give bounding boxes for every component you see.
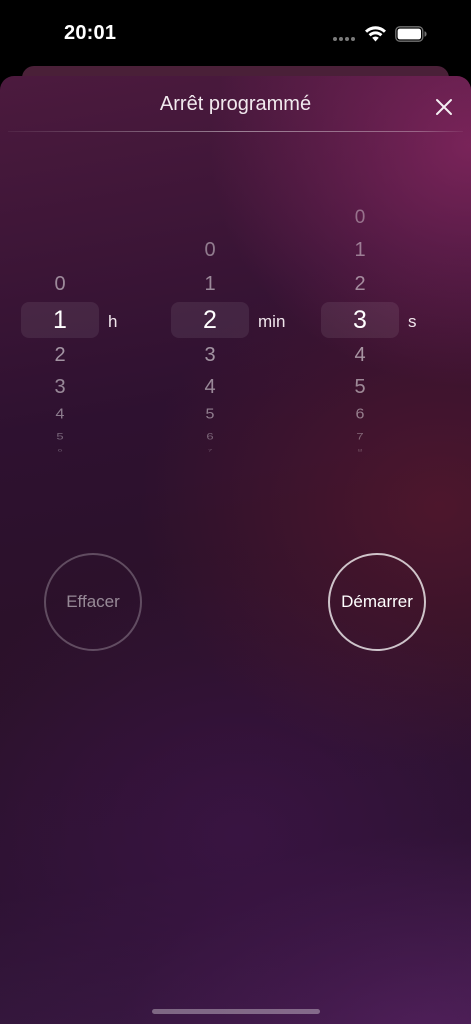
- hours-picker-option[interactable]: 5: [20, 431, 100, 440]
- seconds-picker-option[interactable]: 4: [320, 345, 400, 365]
- minutes-picker-option[interactable]: 3: [170, 345, 250, 365]
- clear-button[interactable]: Effacer: [44, 553, 142, 651]
- close-icon: [436, 99, 452, 115]
- seconds-picker-option[interactable]: 8: [320, 448, 400, 452]
- hours-picker-option[interactable]: 6: [20, 448, 100, 452]
- sleep-timer-sheet: Arrêt programmé 1 0 2 3 4 5 6 h 2 1 0 3 4 5 6 7 min 3…: [0, 76, 471, 1024]
- hours-picker-selected-value: 1: [53, 306, 67, 334]
- seconds-picker-option[interactable]: 1: [320, 240, 400, 260]
- hours-picker-option[interactable]: 2: [20, 345, 100, 365]
- hours-picker-option[interactable]: 0: [20, 274, 100, 294]
- seconds-picker-option[interactable]: 0: [320, 208, 400, 227]
- minutes-picker-option[interactable]: 5: [170, 407, 250, 422]
- sheet-title: Arrêt programmé: [159, 93, 312, 115]
- hours-unit-label: h: [108, 312, 118, 331]
- minutes-picker-option[interactable]: 6: [170, 431, 250, 440]
- hours-picker-option[interactable]: 4: [20, 407, 100, 422]
- battery-icon: [395, 26, 427, 42]
- seconds-picker-option[interactable]: 2: [320, 274, 400, 294]
- hours-picker-option[interactable]: 3: [20, 377, 100, 397]
- minutes-picker-option[interactable]: 4: [170, 377, 250, 397]
- home-indicator: [152, 1009, 320, 1014]
- minutes-unit-label: min: [258, 312, 286, 331]
- signal-dots-icon: [333, 37, 355, 41]
- minutes-picker-selected-value: 2: [203, 306, 217, 334]
- seconds-picker-selected-value: 3: [353, 306, 367, 334]
- status-bar: 20:01: [0, 0, 471, 68]
- minutes-picker-option[interactable]: 1: [170, 274, 250, 294]
- minutes-picker-option[interactable]: 0: [170, 240, 250, 260]
- start-button[interactable]: Démarrer: [328, 553, 426, 651]
- title-divider: [8, 131, 463, 132]
- seconds-picker-option[interactable]: 5: [320, 377, 400, 397]
- minutes-picker-option[interactable]: 7: [170, 448, 250, 452]
- seconds-picker-option[interactable]: 6: [320, 407, 400, 422]
- minutes-picker[interactable]: 2 1 0 3 4 5 6 7: [170, 206, 250, 456]
- close-button[interactable]: [430, 93, 458, 121]
- wifi-icon: [365, 26, 386, 42]
- seconds-unit-label: s: [408, 312, 417, 331]
- hours-picker[interactable]: 1 0 2 3 4 5 6: [20, 206, 100, 456]
- sleep-timer-screen: 20:01 Arrêt programmé 1 0 2 3 4 5 6 h 2 1 0 3 4 5 6…: [0, 0, 471, 1024]
- seconds-picker-option[interactable]: 7: [320, 431, 400, 440]
- seconds-picker[interactable]: 3 2 1 0 4 5 6 7 8: [320, 206, 400, 456]
- status-time: 20:01: [64, 22, 117, 44]
